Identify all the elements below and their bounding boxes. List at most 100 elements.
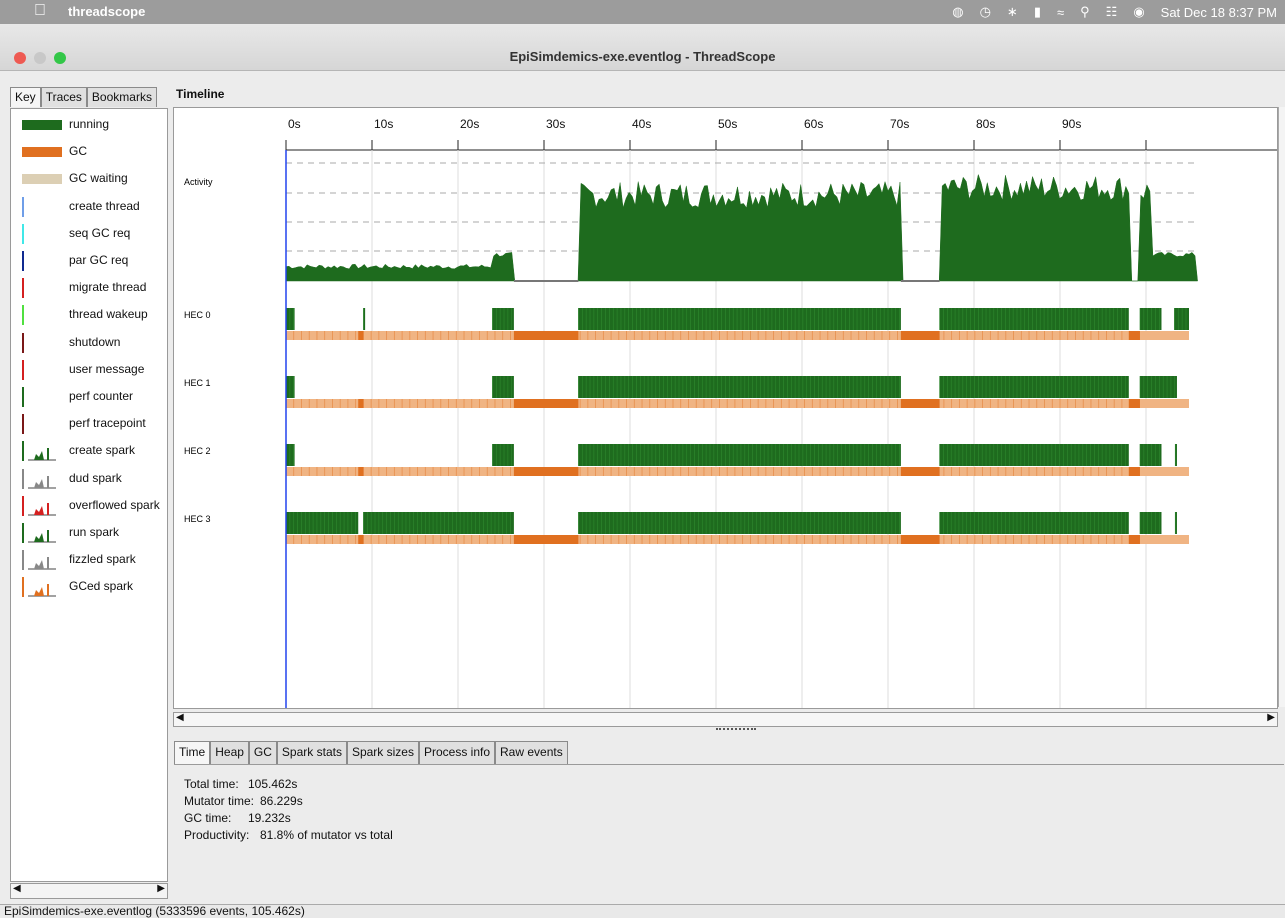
key-item-label: shutdown: [69, 334, 121, 349]
key-item-label: perf tracepoint: [69, 416, 146, 431]
hec-running-bar: [1139, 444, 1162, 466]
hec-running-bar: [286, 308, 295, 330]
ruler-tick-label: 70s: [890, 117, 909, 131]
key-item-running: running: [11, 113, 167, 137]
hec-running-bar: [286, 376, 295, 398]
scroll-right-icon[interactable]: ▶: [157, 883, 165, 894]
status-text: EpiSimdemics-exe.eventlog (5333596 event…: [4, 904, 305, 918]
hec-gc-bar: [358, 467, 364, 476]
hec-gc-bar: [1128, 467, 1140, 476]
key-item-par-gc-req: par GC req: [11, 249, 167, 273]
ruler-tick-label: 50s: [718, 117, 737, 131]
timeline-view[interactable]: 0s 10s 20s 30s 40s 50s 60s 70s 80s 90s Activity HEC…: [173, 107, 1278, 709]
timeline-canvas[interactable]: 0s 10s 20s 30s 40s 50s 60s 70s 80s 90s Activity HEC…: [174, 108, 1277, 708]
marker-user-message: [22, 359, 24, 380]
siri-icon[interactable]: ◉: [1133, 4, 1144, 20]
tab-spark-stats[interactable]: Spark stats: [276, 741, 347, 764]
tab-traces[interactable]: Traces: [40, 87, 87, 107]
hec-running-bar: [939, 308, 1129, 330]
ruler-tick-label: 0s: [288, 117, 301, 131]
tab-time[interactable]: Time: [174, 741, 211, 764]
ruler-tick-label: 30s: [546, 117, 565, 131]
info-mutator-time: Mutator time: 86.229s: [184, 794, 303, 808]
hec-gc-waiting-bar: [286, 535, 1189, 544]
status-icons: ◍ ◷ ∗ ▮ ≈ ⚲ ☷ ◉ Sat Dec 18 8:37 PM: [952, 4, 1277, 20]
hec-running-bar: [492, 444, 514, 466]
marker-seq-gc-req: [22, 223, 24, 244]
scroll-right-icon[interactable]: ▶: [1267, 712, 1275, 723]
key-item-create-spark: create spark: [11, 439, 167, 463]
hec-gc-bar: [358, 331, 364, 340]
hec-gc-waiting-bar: [286, 467, 1189, 476]
key-item-label: GC waiting: [69, 171, 128, 186]
tab-heap[interactable]: Heap: [210, 741, 249, 764]
tab-bookmarks[interactable]: Bookmarks: [86, 87, 157, 107]
hec-label: HEC 0: [184, 310, 211, 320]
menu-clock[interactable]: Sat Dec 18 8:37 PM: [1161, 5, 1277, 20]
hec-running-bar: [578, 376, 901, 398]
key-item-label: thread wakeup: [69, 307, 148, 322]
key-item-dud-spark: dud spark: [11, 467, 167, 491]
key-item-label: migrate thread: [69, 280, 147, 295]
tab-key[interactable]: Key: [10, 87, 41, 107]
ruler-tick-label: 20s: [460, 117, 479, 131]
marker-migrate-thread: [22, 278, 24, 299]
search-icon[interactable]: ⚲: [1080, 4, 1090, 20]
hec-gc-bar: [358, 535, 364, 544]
timeline-horizontal-scrollbar[interactable]: ◀ ▶: [173, 712, 1278, 727]
tab-spark-sizes[interactable]: Spark sizes: [346, 741, 419, 764]
key-item-perf-tracepoint: perf tracepoint: [11, 412, 167, 436]
marker-perf-counter: [22, 387, 24, 407]
spark-graph-icon: [22, 550, 56, 571]
control-center-icon[interactable]: ☷: [1106, 4, 1118, 20]
hec-gc-bar: [900, 467, 940, 476]
battery-icon[interactable]: ▮: [1034, 4, 1041, 20]
activity-label: Activity: [184, 177, 213, 187]
focus-icon[interactable]: ◍: [952, 4, 963, 20]
key-panel: running GC GC waiting create thread seq GC r…: [10, 108, 168, 882]
swatch-running: [22, 120, 62, 130]
scroll-left-icon[interactable]: ◀: [176, 712, 184, 723]
key-item-shutdown: shutdown: [11, 331, 167, 355]
key-item-seq-gc-req: seq GC req: [11, 222, 167, 246]
hec-gc-bar: [1128, 399, 1140, 408]
hec-label: HEC 3: [184, 514, 211, 524]
hec-gc-bar: [358, 399, 364, 408]
tab-gc[interactable]: GC: [248, 741, 277, 764]
hec-gc-bar: [1128, 331, 1140, 340]
key-item-run-spark: run spark: [11, 521, 167, 545]
left-horizontal-scrollbar[interactable]: ◀ ▶: [10, 883, 168, 899]
timeline-vertical-scrollbar[interactable]: [1278, 107, 1285, 707]
apple-icon[interactable]: : [34, 2, 46, 20]
scroll-left-icon[interactable]: ◀: [13, 883, 21, 894]
hec-running-bar: [578, 512, 901, 534]
marker-perf-tracepoint: [22, 414, 24, 435]
hec-running-bar: [939, 512, 1129, 534]
key-item-thread-wakeup: thread wakeup: [11, 303, 167, 327]
bluetooth-icon[interactable]: ∗: [1007, 4, 1018, 20]
app-menu-name[interactable]: threadscope: [68, 4, 145, 19]
info-tab-bar: Time Heap GC Spark stats Spark sizes Pro…: [174, 741, 568, 764]
hec-running-bar: [492, 308, 514, 330]
key-item-label: GCed spark: [69, 579, 134, 594]
hec-gc-bar: [900, 331, 940, 340]
hec-gc-bar: [513, 399, 579, 408]
window-title: EpiSimdemics-exe.eventlog - ThreadScope: [509, 49, 776, 64]
swatch-gc-waiting: [22, 174, 62, 185]
key-item-gc-waiting: GC waiting: [11, 167, 167, 191]
ruler-tick-label: 90s: [1062, 117, 1081, 131]
tab-raw-events[interactable]: Raw events: [495, 741, 568, 764]
info-total-time: Total time: 105.462s: [184, 777, 298, 791]
clock-icon[interactable]: ◷: [980, 4, 991, 20]
key-item-create-thread: create thread: [11, 195, 167, 219]
pane-resize-handle[interactable]: [716, 728, 756, 733]
key-item-label: user message: [69, 361, 145, 376]
hec-gc-bar: [900, 399, 940, 408]
key-item-label: running: [69, 117, 110, 131]
tab-process-info[interactable]: Process info: [418, 741, 496, 764]
key-item-gced-spark: GCed spark: [11, 575, 167, 599]
key-item-label: fizzled spark: [69, 552, 136, 567]
wifi-icon[interactable]: ≈: [1057, 5, 1064, 20]
ruler-tick-label: 60s: [804, 117, 823, 131]
marker-create-thread: [22, 196, 24, 217]
